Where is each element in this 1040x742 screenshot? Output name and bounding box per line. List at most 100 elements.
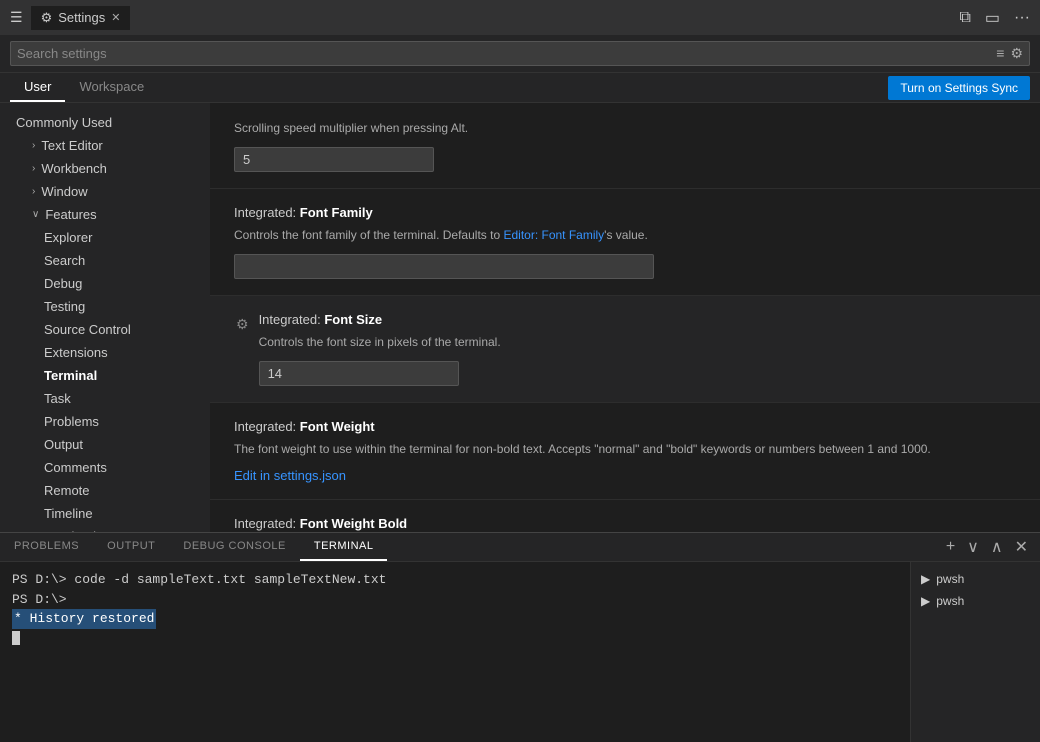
terminal-instance-2[interactable]: ▶ pwsh <box>911 590 1040 612</box>
search-input[interactable] <box>17 46 990 61</box>
sidebar-label: Text Editor <box>41 138 102 153</box>
sidebar-item-workbench[interactable]: › Workbench <box>0 157 210 180</box>
font-size-title: Integrated: Font Size <box>259 312 1016 327</box>
font-size-gear-row: ⚙ Integrated: Font Size Controls the fon… <box>234 312 1016 386</box>
panel-close-icon[interactable]: ✕ <box>1011 535 1032 559</box>
settings-tab-icon: ⚙ <box>41 10 53 26</box>
panel-tabs-left: PROBLEMS OUTPUT DEBUG CONSOLE TERMINAL <box>0 533 387 561</box>
sidebar-item-notebook[interactable]: Notebook <box>0 525 210 532</box>
setting-font-weight-bold: Integrated: Font Weight Bold <box>210 500 1040 532</box>
sidebar-label: Window <box>41 184 87 199</box>
sidebar-label: Debug <box>44 276 82 291</box>
terminal-split-icon[interactable]: ∨ <box>963 535 983 559</box>
panel-maximize-icon[interactable]: ∧ <box>987 535 1007 559</box>
tab-workspace[interactable]: Workspace <box>65 73 158 102</box>
sidebar-label: Remote <box>44 483 90 498</box>
sidebar-label: Source Control <box>44 322 131 337</box>
sidebar-item-problems[interactable]: Problems <box>0 410 210 433</box>
sidebar-item-debug[interactable]: Debug <box>0 272 210 295</box>
sidebar-item-commonly-used[interactable]: Commonly Used <box>0 111 210 134</box>
title-bar-right: ⧉ ▭ ··· <box>959 8 1030 28</box>
setting-font-family: Integrated: Font Family Controls the fon… <box>210 189 1040 296</box>
sidebar: Commonly Used › Text Editor › Workbench … <box>0 103 210 532</box>
sidebar-label: Testing <box>44 299 85 314</box>
terminal-cursor <box>12 631 20 645</box>
sidebar-label: Timeline <box>44 506 93 521</box>
more-actions-icon[interactable]: ··· <box>1014 9 1030 27</box>
tab-output[interactable]: OUTPUT <box>93 533 169 561</box>
sidebar-item-testing[interactable]: Testing <box>0 295 210 318</box>
terminal-highlight-text: * History restored <box>12 609 156 629</box>
settings-filter-icon[interactable]: ≡ <box>996 45 1004 62</box>
scroll-speed-input[interactable] <box>234 147 434 172</box>
sidebar-item-timeline[interactable]: Timeline <box>0 502 210 525</box>
sidebar-item-explorer[interactable]: Explorer <box>0 226 210 249</box>
sidebar-item-comments[interactable]: Comments <box>0 456 210 479</box>
split-editor-icon[interactable]: ⧉ <box>959 9 970 27</box>
sync-button[interactable]: Turn on Settings Sync <box>888 76 1030 100</box>
font-weight-bold-title: Integrated: Font Weight Bold <box>234 516 1016 531</box>
font-size-body: Integrated: Font Size Controls the font … <box>259 312 1016 386</box>
font-family-input[interactable] <box>234 254 654 279</box>
sidebar-item-extensions[interactable]: Extensions <box>0 341 210 364</box>
sidebar-label: Comments <box>44 460 107 475</box>
title-bar: ☰ ⚙ Settings ✕ ⧉ ▭ ··· <box>0 0 1040 35</box>
sidebar-label: Search <box>44 253 85 268</box>
settings-tab-close[interactable]: ✕ <box>111 11 120 24</box>
sidebar-label: Extensions <box>44 345 108 360</box>
tab-terminal[interactable]: TERMINAL <box>300 533 388 561</box>
sidebar-item-output[interactable]: Output <box>0 433 210 456</box>
terminal-line-2: PS D:\> <box>12 590 898 610</box>
terminal-instance-icon-1: ▶ <box>921 572 930 586</box>
font-weight-description: The font weight to use within the termin… <box>234 440 1016 458</box>
new-terminal-icon[interactable]: + <box>942 536 959 558</box>
editor-layout-icon[interactable]: ▭ <box>985 8 1000 28</box>
sidebar-item-task[interactable]: Task <box>0 387 210 410</box>
setting-font-size: ⚙ Integrated: Font Size Controls the fon… <box>210 296 1040 403</box>
font-size-input[interactable] <box>259 361 459 386</box>
sidebar-item-text-editor[interactable]: › Text Editor <box>0 134 210 157</box>
settings-menu-icon: ☰ <box>10 9 23 26</box>
tab-user[interactable]: User <box>10 73 65 102</box>
sidebar-item-window[interactable]: › Window <box>0 180 210 203</box>
font-family-link[interactable]: Editor: Font Family <box>503 228 604 242</box>
search-input-wrapper: ≡ ⚙ <box>10 41 1030 66</box>
font-size-gear-button[interactable]: ⚙ <box>234 314 251 335</box>
sidebar-label: Explorer <box>44 230 92 245</box>
chevron-icon: › <box>32 186 35 197</box>
terminal-instance-1[interactable]: ▶ pwsh <box>911 568 1040 590</box>
sidebar-item-search[interactable]: Search <box>0 249 210 272</box>
tab-debug-console[interactable]: DEBUG CONSOLE <box>169 533 299 561</box>
settings-tabs-left: User Workspace <box>10 73 158 102</box>
panel-tabs: PROBLEMS OUTPUT DEBUG CONSOLE TERMINAL +… <box>0 533 1040 562</box>
sidebar-item-terminal[interactable]: Terminal <box>0 364 210 387</box>
font-family-description: Controls the font family of the terminal… <box>234 226 1016 244</box>
panel-tabs-right: + ∨ ∧ ✕ <box>942 535 1040 559</box>
font-size-description: Controls the font size in pixels of the … <box>259 333 1016 351</box>
terminal-sidebar: ▶ pwsh ▶ pwsh <box>910 562 1040 742</box>
settings-tab[interactable]: ⚙ Settings ✕ <box>31 6 131 30</box>
sidebar-item-remote[interactable]: Remote <box>0 479 210 502</box>
sidebar-label: Workbench <box>41 161 107 176</box>
sidebar-label: Features <box>45 207 96 222</box>
sidebar-item-features[interactable]: ∨ Features <box>0 203 210 226</box>
sidebar-item-source-control[interactable]: Source Control <box>0 318 210 341</box>
sidebar-label: Terminal <box>44 368 97 383</box>
terminal-main[interactable]: PS D:\> code -d sampleText.txt sampleTex… <box>0 562 910 742</box>
chevron-down-icon: ∨ <box>32 209 39 220</box>
setting-scroll-speed: Scrolling speed multiplier when pressing… <box>210 103 1040 189</box>
font-weight-edit-link[interactable]: Edit in settings.json <box>234 468 346 483</box>
terminal-instance-label-1: pwsh <box>936 572 964 586</box>
font-weight-title: Integrated: Font Weight <box>234 419 1016 434</box>
settings-sort-icon[interactable]: ⚙ <box>1010 45 1023 62</box>
terminal-body: PS D:\> code -d sampleText.txt sampleTex… <box>0 562 1040 742</box>
search-bar-area: ≡ ⚙ <box>0 35 1040 73</box>
terminal-line-1: PS D:\> code -d sampleText.txt sampleTex… <box>12 570 898 590</box>
sidebar-label: Task <box>44 391 71 406</box>
chevron-icon: › <box>32 163 35 174</box>
main-content: Commonly Used › Text Editor › Workbench … <box>0 103 1040 532</box>
setting-font-weight: Integrated: Font Weight The font weight … <box>210 403 1040 500</box>
tab-problems[interactable]: PROBLEMS <box>0 533 93 561</box>
sidebar-label: Commonly Used <box>16 115 112 130</box>
chevron-icon: › <box>32 140 35 151</box>
